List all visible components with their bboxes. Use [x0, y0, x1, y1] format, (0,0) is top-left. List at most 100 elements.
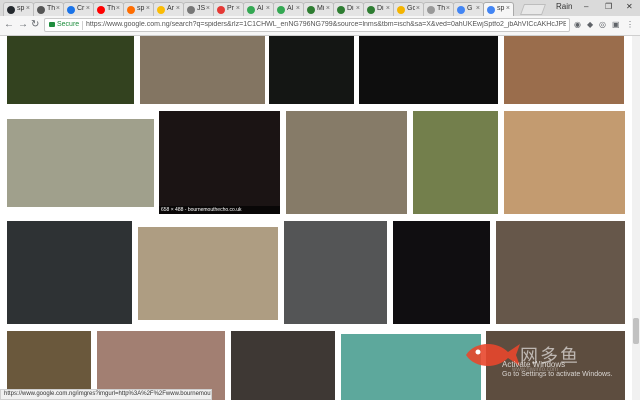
status-bar-url: https://www.google.com.ng/imgres?imgurl=…: [0, 389, 212, 400]
tab[interactable]: Gc ×: [393, 2, 424, 16]
extension-icon[interactable]: ◆: [587, 20, 593, 30]
back-icon[interactable]: ←: [4, 20, 14, 30]
image-result[interactable]: [7, 36, 134, 104]
tab-close-icon[interactable]: ×: [176, 5, 180, 12]
tab-favicon-icon: [97, 6, 105, 14]
image-result[interactable]: [341, 334, 481, 400]
reload-icon[interactable]: ↻: [31, 20, 39, 30]
tab[interactable]: Di ×: [363, 2, 394, 16]
tab-favicon-icon: [217, 6, 225, 14]
menu-icon[interactable]: ⋮: [626, 20, 634, 30]
minimize-icon[interactable]: –: [584, 2, 588, 11]
tab-favicon-icon: [247, 6, 255, 14]
restore-icon[interactable]: ❐: [605, 2, 612, 11]
image-result[interactable]: [496, 221, 625, 324]
tab-close-icon[interactable]: ×: [326, 5, 330, 12]
image-result[interactable]: [286, 111, 407, 214]
tab[interactable]: Th ×: [423, 2, 454, 16]
tab-title: Di: [377, 5, 384, 12]
browser-toolbar: ← → ↻ Secure https://www.google.com.ng/s…: [0, 16, 640, 36]
secure-label: Secure: [57, 21, 80, 28]
tab-close-icon[interactable]: ×: [146, 5, 150, 12]
image-result[interactable]: [504, 111, 625, 214]
tab-favicon-icon: [487, 6, 495, 14]
tab-favicon-icon: [127, 6, 135, 14]
tab-close-icon[interactable]: ×: [56, 5, 60, 12]
tab-close-icon[interactable]: ×: [206, 5, 210, 12]
tab[interactable]: G ×: [453, 2, 484, 16]
tab-title: Th: [437, 5, 445, 12]
lock-icon: [49, 22, 55, 27]
tab[interactable]: JS ×: [183, 2, 214, 16]
url-text[interactable]: https://www.google.com.ng/search?q=spide…: [86, 21, 566, 28]
image-result[interactable]: [413, 111, 498, 214]
tab-close-icon[interactable]: ×: [476, 5, 480, 12]
tab-close-icon[interactable]: ×: [296, 5, 300, 12]
tab-title: Pr: [227, 5, 234, 12]
tab-title: Al: [287, 5, 294, 12]
tab-favicon-icon: [67, 6, 75, 14]
image-result[interactable]: 658 × 488 - bournemouthecho.co.uk: [159, 111, 280, 214]
tab[interactable]: sp ×: [123, 2, 154, 16]
image-result[interactable]: [7, 119, 154, 207]
activate-windows-title: Activate Windows: [502, 360, 566, 369]
profile-name[interactable]: Rain: [556, 2, 572, 11]
image-caption: 658 × 488 - bournemouthecho.co.uk: [159, 206, 280, 214]
new-tab-button[interactable]: [519, 4, 547, 15]
tab-favicon-icon: [277, 6, 285, 14]
tab-favicon-icon: [307, 6, 315, 14]
tab-close-icon[interactable]: ×: [356, 5, 360, 12]
close-window-icon[interactable]: ✕: [626, 2, 633, 11]
tab-close-icon[interactable]: ×: [416, 5, 420, 12]
activate-windows-subtitle: Go to Settings to activate Windows.: [502, 371, 613, 378]
tab[interactable]: Th ×: [33, 2, 64, 16]
tab[interactable]: Pr ×: [213, 2, 244, 16]
address-bar[interactable]: Secure https://www.google.com.ng/search?…: [44, 18, 570, 32]
tab-close-icon[interactable]: ×: [506, 5, 510, 12]
image-result[interactable]: [140, 36, 265, 104]
image-result[interactable]: [138, 227, 278, 320]
tab-close-icon[interactable]: ×: [446, 5, 450, 12]
tab-title: sp: [497, 5, 505, 12]
tab-favicon-icon: [397, 6, 405, 14]
extension-icon[interactable]: ▣: [612, 20, 620, 30]
image-result[interactable]: [7, 221, 132, 324]
scrollbar-thumb[interactable]: [633, 318, 639, 344]
tab[interactable]: sp ×: [483, 2, 514, 16]
image-result[interactable]: [269, 36, 354, 104]
tab-favicon-icon: [337, 6, 345, 14]
image-result[interactable]: [393, 221, 490, 324]
tab-favicon-icon: [7, 6, 15, 14]
image-result[interactable]: [231, 331, 335, 400]
tab-title: JS: [197, 5, 205, 12]
tab[interactable]: Ar ×: [153, 2, 184, 16]
tab-title: Di: [347, 5, 354, 12]
tab-close-icon[interactable]: ×: [116, 5, 120, 12]
tab[interactable]: Al ×: [243, 2, 274, 16]
tab-close-icon[interactable]: ×: [86, 5, 90, 12]
tab-close-icon[interactable]: ×: [266, 5, 270, 12]
image-result[interactable]: [504, 36, 624, 104]
tab-favicon-icon: [427, 6, 435, 14]
tab-title: sp: [17, 5, 25, 12]
extension-icon[interactable]: ◉: [574, 20, 581, 30]
image-result[interactable]: [359, 36, 498, 104]
tab[interactable]: Th ×: [93, 2, 124, 16]
tab-title: Th: [47, 5, 55, 12]
tab-close-icon[interactable]: ×: [386, 5, 390, 12]
tab-title: Th: [107, 5, 115, 12]
tab-close-icon[interactable]: ×: [26, 5, 30, 12]
tab-title: Cr: [77, 5, 85, 12]
forward-icon[interactable]: →: [18, 20, 28, 30]
extension-icon[interactable]: ◎: [599, 20, 606, 30]
tab-favicon-icon: [37, 6, 45, 14]
scrollbar[interactable]: [632, 36, 640, 400]
image-result[interactable]: [284, 221, 387, 324]
tab[interactable]: Di ×: [333, 2, 364, 16]
tab[interactable]: Al ×: [273, 2, 304, 16]
tab[interactable]: Mi ×: [303, 2, 334, 16]
tab[interactable]: sp ×: [3, 2, 34, 16]
tab-favicon-icon: [457, 6, 465, 14]
tab[interactable]: Cr ×: [63, 2, 94, 16]
tab-close-icon[interactable]: ×: [236, 5, 240, 12]
